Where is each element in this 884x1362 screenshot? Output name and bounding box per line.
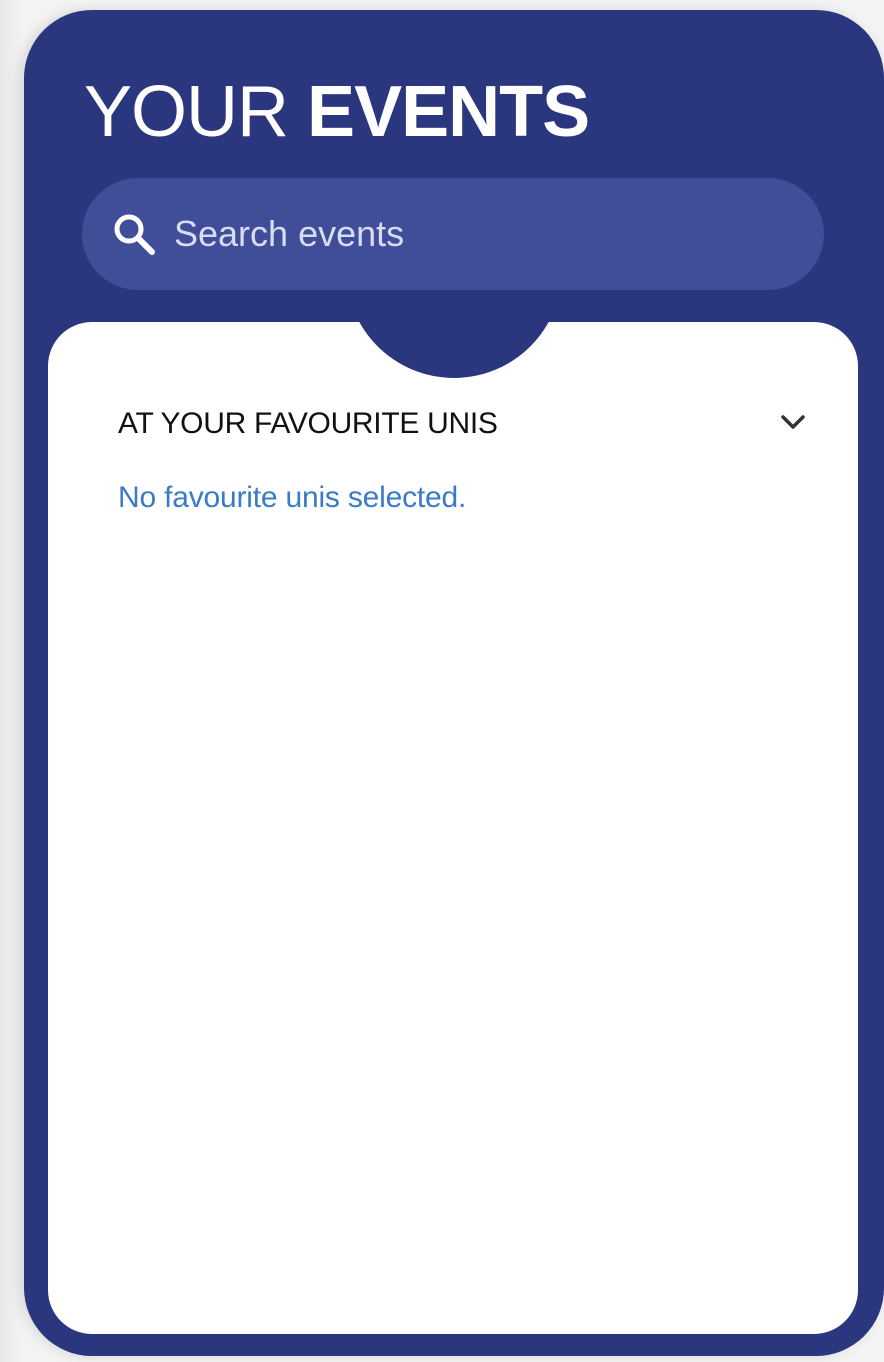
events-content-panel: AT YOUR FAVOURITE UNIS No favourite unis… <box>48 322 858 1334</box>
events-card: YOUR EVENTS AT YOUR FAVOURITE UNIS No fa… <box>24 10 884 1356</box>
page-title-light: YOUR <box>84 72 289 152</box>
page: YOUR EVENTS AT YOUR FAVOURITE UNIS No fa… <box>0 0 884 1362</box>
search-input[interactable] <box>174 202 794 266</box>
section-title: AT YOUR FAVOURITE UNIS <box>118 407 498 440</box>
page-title: YOUR EVENTS <box>84 72 590 152</box>
search-bar[interactable] <box>82 178 824 290</box>
page-title-bold: EVENTS <box>307 72 590 152</box>
empty-state-message: No favourite unis selected. <box>118 481 467 514</box>
favourite-unis-section-toggle[interactable]: AT YOUR FAVOURITE UNIS <box>118 398 808 448</box>
search-icon <box>114 214 155 255</box>
panel-notch <box>346 322 562 378</box>
chevron-down-icon[interactable] <box>778 410 808 434</box>
